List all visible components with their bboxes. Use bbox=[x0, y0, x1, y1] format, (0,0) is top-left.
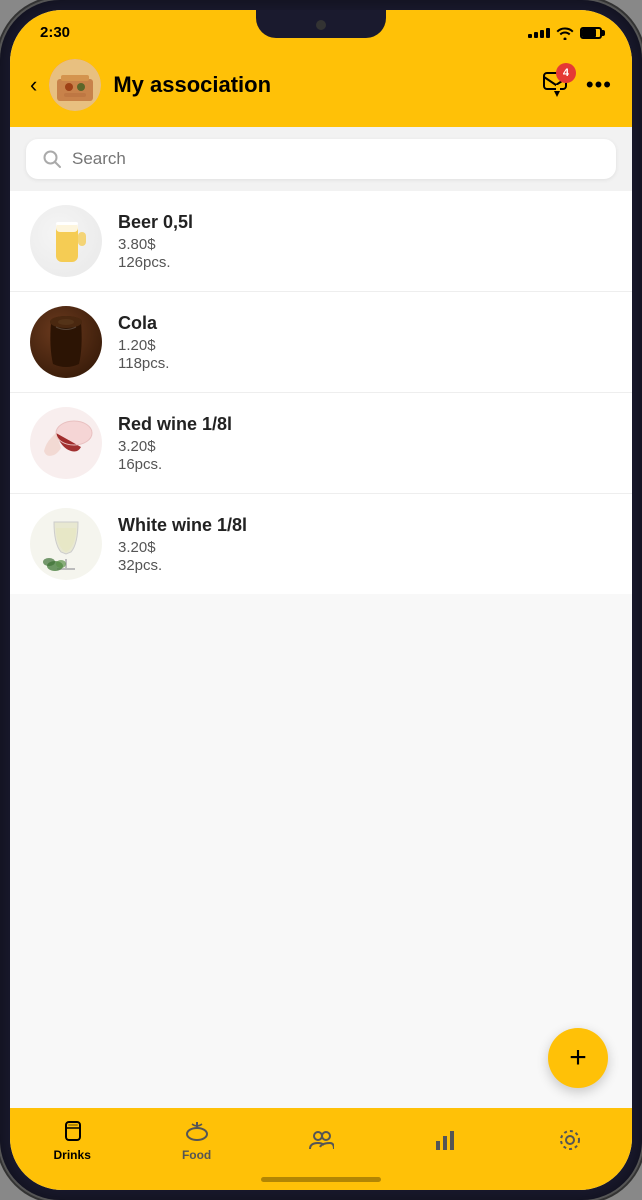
item-price: 3.80$ bbox=[118, 236, 612, 253]
item-price: 1.20$ bbox=[118, 337, 612, 354]
wifi-icon bbox=[556, 26, 574, 40]
item-info: Cola 1.20$ 118pcs. bbox=[118, 313, 612, 372]
list-item[interactable]: White wine 1/8l 3.20$ 32pcs. bbox=[10, 494, 632, 594]
item-quantity: 118pcs. bbox=[118, 355, 612, 372]
home-indicator bbox=[261, 1177, 381, 1182]
food-icon bbox=[184, 1118, 210, 1144]
status-time: 2:30 bbox=[40, 24, 70, 41]
more-button[interactable]: ••• bbox=[586, 72, 612, 98]
status-icons bbox=[528, 26, 602, 40]
list-item[interactable]: Cola 1.20$ 118pcs. bbox=[10, 292, 632, 393]
list-item[interactable]: Beer 0,5l 3.80$ 126pcs. bbox=[10, 191, 632, 292]
settings-icon bbox=[557, 1127, 583, 1153]
nav-item-members[interactable] bbox=[259, 1127, 383, 1153]
stats-icon bbox=[432, 1127, 458, 1153]
item-name: Beer 0,5l bbox=[118, 212, 612, 233]
item-quantity: 32pcs. bbox=[118, 557, 612, 574]
nav-item-food[interactable]: Food bbox=[134, 1118, 258, 1162]
search-input[interactable] bbox=[72, 149, 600, 169]
nav-item-drinks[interactable]: Drinks bbox=[10, 1118, 134, 1162]
item-info: Beer 0,5l 3.80$ 126pcs. bbox=[118, 212, 612, 271]
back-button[interactable]: ‹ bbox=[30, 72, 37, 98]
items-list: Beer 0,5l 3.80$ 126pcs. C bbox=[10, 191, 632, 1018]
item-image-red-wine bbox=[30, 407, 102, 479]
item-info: White wine 1/8l 3.20$ 32pcs. bbox=[118, 515, 612, 574]
item-name: Red wine 1/8l bbox=[118, 414, 612, 435]
item-image-beer bbox=[30, 205, 102, 277]
add-item-button[interactable]: + bbox=[548, 1028, 608, 1088]
battery-icon bbox=[580, 27, 602, 39]
header-actions: 4 ••• bbox=[542, 69, 612, 102]
camera bbox=[316, 20, 326, 30]
item-image-white-wine bbox=[30, 508, 102, 580]
search-icon bbox=[42, 149, 62, 169]
list-item[interactable]: Red wine 1/8l 3.20$ 16pcs. bbox=[10, 393, 632, 494]
item-image-cola bbox=[30, 306, 102, 378]
item-quantity: 16pcs. bbox=[118, 456, 612, 473]
signal-icon bbox=[528, 28, 550, 38]
notch bbox=[256, 10, 386, 38]
avatar bbox=[49, 59, 101, 111]
item-name: White wine 1/8l bbox=[118, 515, 612, 536]
notification-button[interactable]: 4 bbox=[542, 69, 570, 102]
nav-label-drinks: Drinks bbox=[54, 1148, 91, 1162]
header: ‹ My association bbox=[10, 49, 632, 127]
search-bar bbox=[26, 139, 616, 179]
fab-container: + bbox=[10, 1018, 632, 1108]
screen: 2:30 bbox=[10, 10, 632, 1190]
nav-item-settings[interactable] bbox=[508, 1127, 632, 1153]
page-title: My association bbox=[113, 72, 530, 98]
drinks-icon bbox=[59, 1118, 85, 1144]
item-price: 3.20$ bbox=[118, 539, 612, 556]
item-info: Red wine 1/8l 3.20$ 16pcs. bbox=[118, 414, 612, 473]
item-name: Cola bbox=[118, 313, 612, 334]
nav-item-stats[interactable] bbox=[383, 1127, 507, 1153]
item-price: 3.20$ bbox=[118, 438, 612, 455]
item-quantity: 126pcs. bbox=[118, 254, 612, 271]
phone-frame: 2:30 bbox=[0, 0, 642, 1200]
nav-label-food: Food bbox=[182, 1148, 211, 1162]
members-icon bbox=[308, 1127, 334, 1153]
notification-badge: 4 bbox=[556, 63, 576, 83]
